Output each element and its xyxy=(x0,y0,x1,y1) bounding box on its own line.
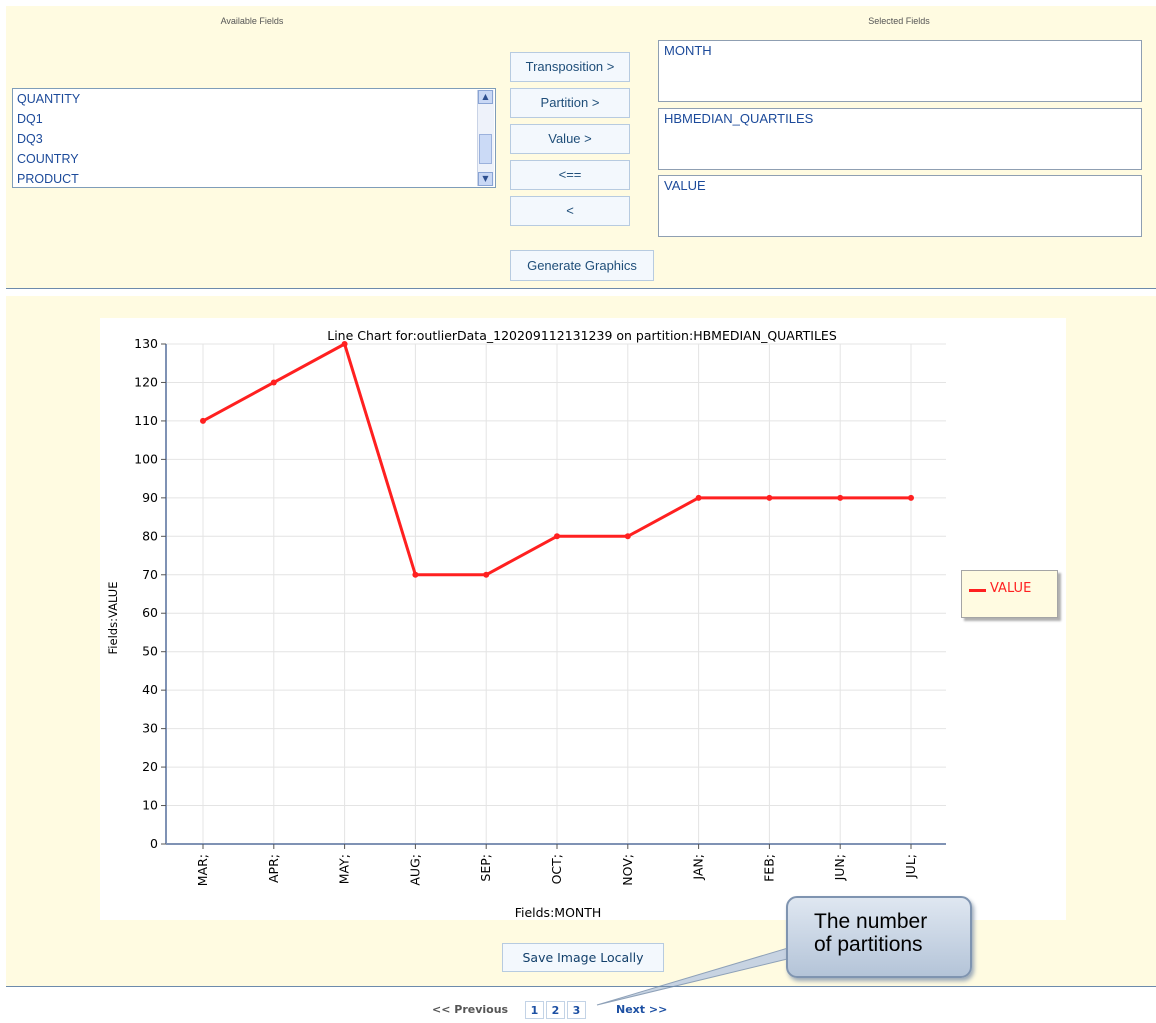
annotation-callout: The number of partitions xyxy=(786,896,972,978)
pagination: << Previous 1 2 3 Next >> xyxy=(0,1000,1156,1022)
callout-line-1: The number xyxy=(814,910,928,933)
callout-line-2: of partitions xyxy=(814,933,923,956)
next-page-link[interactable]: Next >> xyxy=(616,1003,667,1016)
callout-pointer-shape xyxy=(596,944,814,1006)
page-1-link[interactable]: 1 xyxy=(525,1001,544,1019)
pager-divider xyxy=(6,986,1156,987)
previous-page-link[interactable]: << Previous xyxy=(432,1003,508,1016)
page-3-link[interactable]: 3 xyxy=(567,1001,586,1019)
callout-pointer xyxy=(596,944,814,1006)
page-2-link[interactable]: 2 xyxy=(546,1001,565,1019)
